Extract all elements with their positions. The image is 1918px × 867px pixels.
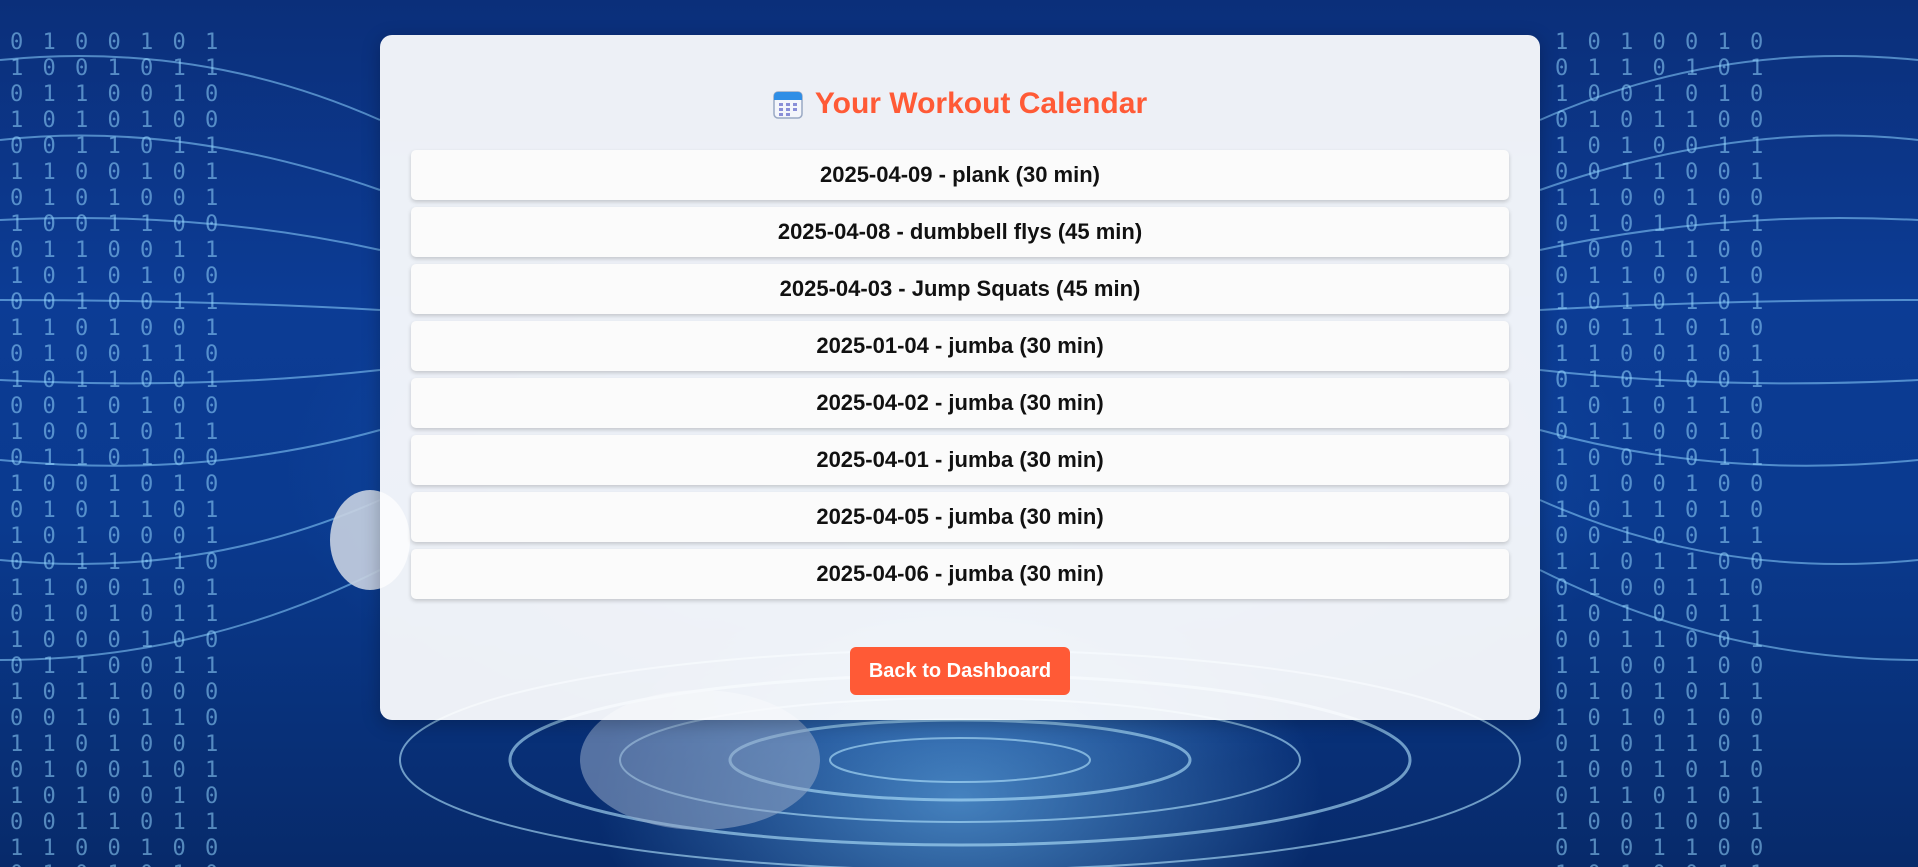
workout-entry[interactable]: 2025-04-02 - jumba (30 min) — [411, 378, 1509, 428]
workout-entry[interactable]: 2025-01-04 - jumba (30 min) — [411, 321, 1509, 371]
binary-digits-left: 0 1 0 0 1 0 1 1 0 0 1 0 1 1 0 1 1 0 0 1 … — [10, 30, 222, 867]
workout-entry[interactable]: 2025-04-05 - jumba (30 min) — [411, 492, 1509, 542]
workout-calendar-card: Your Workout Calendar 2025-04-09 - plank… — [380, 35, 1540, 720]
workout-list: 2025-04-09 - plank (30 min) 2025-04-08 -… — [411, 150, 1509, 606]
page-header: Your Workout Calendar — [380, 87, 1540, 121]
workout-entry[interactable]: 2025-04-01 - jumba (30 min) — [411, 435, 1509, 485]
binary-digits-right: 1 0 1 0 0 1 0 0 1 1 0 1 0 1 1 0 0 1 0 1 … — [1555, 30, 1767, 867]
back-to-dashboard-button[interactable]: Back to Dashboard — [850, 647, 1070, 695]
workout-entry[interactable]: 2025-04-03 - Jump Squats (45 min) — [411, 264, 1509, 314]
calendar-icon — [773, 91, 803, 119]
workout-entry[interactable]: 2025-04-06 - jumba (30 min) — [411, 549, 1509, 599]
page-title: Your Workout Calendar — [814, 87, 1148, 120]
workout-entry[interactable]: 2025-04-09 - plank (30 min) — [411, 150, 1509, 200]
workout-entry[interactable]: 2025-04-08 - dumbbell flys (45 min) — [411, 207, 1509, 257]
